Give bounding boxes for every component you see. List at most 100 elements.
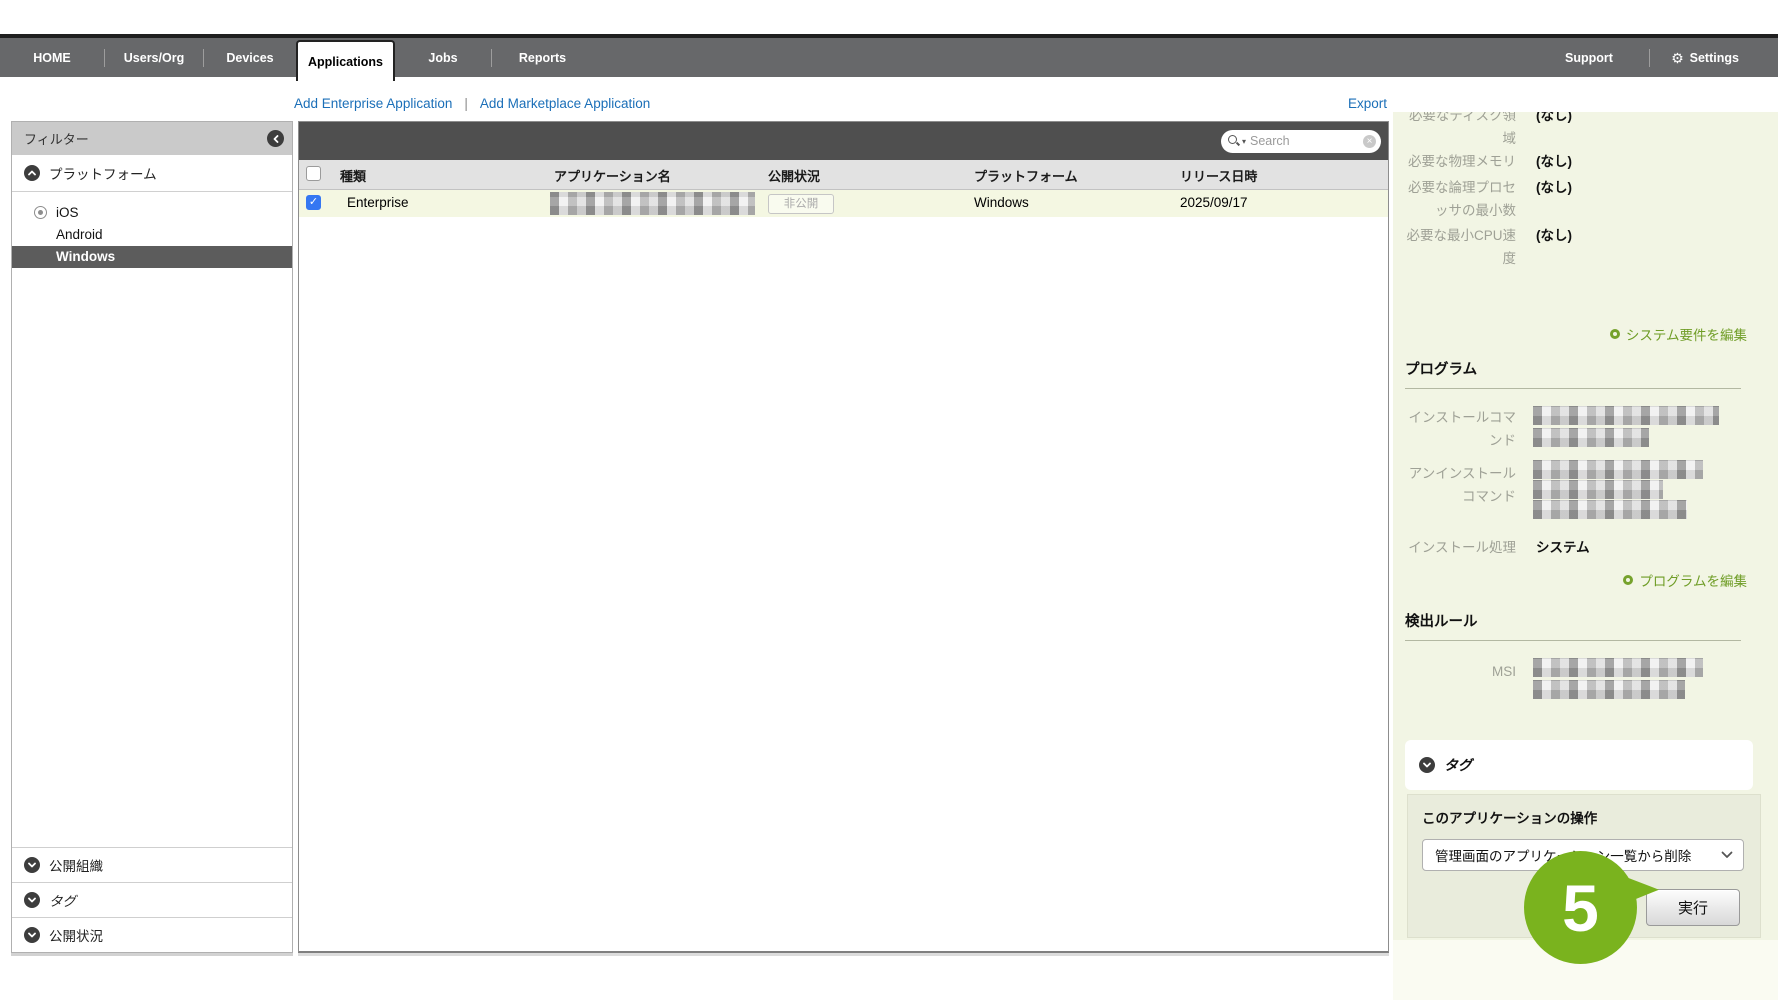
install-command-label: インストールコマンド bbox=[1401, 406, 1516, 452]
green-bullet-icon bbox=[1623, 575, 1633, 585]
search-input[interactable] bbox=[1248, 133, 1361, 149]
filter-section-publish-status[interactable]: 公開状況 bbox=[12, 917, 292, 952]
platform-option-ios[interactable]: iOS bbox=[12, 202, 292, 224]
chevron-down-icon bbox=[24, 927, 40, 943]
filter-section-platform[interactable]: プラットフォーム bbox=[12, 155, 292, 192]
sysreq-memory-label: 必要な物理メモリ bbox=[1401, 150, 1516, 173]
install-process-label: インストール処理 bbox=[1401, 536, 1516, 559]
row-platform-cell: Windows bbox=[974, 195, 1029, 210]
step-badge: 5 bbox=[1524, 851, 1637, 964]
nav-tab-applications-active[interactable]: Applications bbox=[296, 40, 395, 81]
green-bullet-icon bbox=[1610, 329, 1620, 339]
table-header-row: 種類 アプリケーション名 公開状況 プラットフォーム リリース日時 bbox=[299, 160, 1388, 190]
msi-value-redacted bbox=[1533, 658, 1703, 677]
platform-option-android[interactable]: Android bbox=[12, 224, 292, 246]
sysreq-cpu-speed-label: 必要な最小CPU速度 bbox=[1401, 224, 1516, 270]
sysreq-disk-value: (なし) bbox=[1536, 112, 1572, 127]
install-command-redacted bbox=[1533, 406, 1719, 425]
edit-program-link[interactable]: プログラムを編集 bbox=[1393, 570, 1778, 590]
uninstall-command-redacted bbox=[1533, 460, 1703, 479]
row-application-name-redacted bbox=[550, 192, 755, 215]
filter-section-tags[interactable]: タグ bbox=[12, 882, 292, 917]
install-command-redacted bbox=[1533, 428, 1649, 447]
top-navbar: HOME Users/Org Devices Applications Jobs… bbox=[0, 34, 1778, 77]
filter-section-tags-label: タグ bbox=[49, 890, 76, 910]
nav-item-settings[interactable]: ⚙ Settings bbox=[1650, 38, 1760, 77]
nav-spacer bbox=[593, 38, 1529, 77]
sysreq-cpu-speed-value: (なし) bbox=[1536, 224, 1572, 247]
select-all-checkbox[interactable] bbox=[306, 166, 321, 181]
edit-system-requirements-label: システム要件を編集 bbox=[1626, 324, 1747, 344]
operations-title: このアプリケーションの操作 bbox=[1422, 807, 1597, 827]
edit-program-label: プログラムを編集 bbox=[1639, 570, 1747, 590]
search-box: ▾ × bbox=[1221, 130, 1381, 153]
add-enterprise-application-link[interactable]: Add Enterprise Application bbox=[294, 96, 452, 111]
column-header-application-name: アプリケーション名 bbox=[554, 166, 671, 185]
uninstall-command-redacted bbox=[1533, 500, 1687, 519]
column-header-platform: プラットフォーム bbox=[974, 166, 1078, 185]
uninstall-command-label: アンインストールコマンド bbox=[1401, 462, 1516, 508]
filter-section-published-orgs[interactable]: 公開組織 bbox=[12, 847, 292, 882]
column-header-release-date: リリース日時 bbox=[1180, 166, 1257, 185]
sysreq-disk-label: 必要なディスク領域 bbox=[1401, 112, 1516, 150]
tags-section-label: タグ bbox=[1444, 755, 1472, 775]
filter-header: フィルター bbox=[12, 122, 292, 155]
sysreq-processors-label: 必要な論理プロセッサの最小数 bbox=[1401, 176, 1516, 222]
program-section-title: プログラム bbox=[1405, 358, 1477, 379]
chevron-down-icon bbox=[1721, 851, 1733, 859]
table-toolbar: ▾ × bbox=[299, 122, 1388, 160]
table-row[interactable]: ✓ Enterprise 非公開 Windows 2025/09/17 bbox=[299, 190, 1388, 217]
detection-rules-section-title: 検出ルール bbox=[1405, 610, 1478, 631]
chevron-down-icon bbox=[24, 892, 40, 908]
chevron-down-icon bbox=[24, 857, 40, 873]
msi-value-redacted bbox=[1533, 680, 1685, 699]
platform-option-ios-label: iOS bbox=[56, 205, 79, 220]
platform-options: iOS Android Windows bbox=[12, 192, 292, 268]
radio-selected-icon bbox=[34, 206, 47, 219]
sysreq-processors-value: (なし) bbox=[1536, 176, 1572, 199]
nav-item-support[interactable]: Support bbox=[1529, 38, 1649, 77]
execute-button[interactable]: 実行 bbox=[1646, 889, 1740, 926]
chevron-left-icon bbox=[272, 135, 280, 143]
platform-option-windows-label: Windows bbox=[56, 249, 115, 264]
platform-option-windows-selected[interactable]: Windows bbox=[12, 246, 292, 268]
nav-item-users-org[interactable]: Users/Org bbox=[105, 38, 203, 77]
msi-label: MSI bbox=[1401, 660, 1516, 683]
nav-item-reports[interactable]: Reports bbox=[492, 38, 593, 77]
tags-section-toggle[interactable]: タグ bbox=[1405, 740, 1753, 790]
platform-option-android-label: Android bbox=[56, 227, 103, 242]
nav-right-group: Support ⚙ Settings bbox=[1529, 38, 1760, 77]
section-divider bbox=[1405, 640, 1741, 641]
clear-search-icon[interactable]: × bbox=[1363, 135, 1376, 148]
export-link[interactable]: Export bbox=[1348, 96, 1387, 111]
application-actions-bar: Add Enterprise Application | Add Marketp… bbox=[294, 96, 650, 111]
collapsed-filter-sections: 公開組織 タグ 公開状況 bbox=[12, 847, 292, 952]
nav-item-devices[interactable]: Devices bbox=[204, 38, 296, 77]
filter-title: フィルター bbox=[24, 129, 89, 148]
section-divider bbox=[1405, 388, 1741, 389]
search-scope-dropdown-icon[interactable]: ▾ bbox=[1242, 137, 1246, 146]
sysreq-memory-value: (なし) bbox=[1536, 150, 1572, 173]
search-icon[interactable] bbox=[1228, 135, 1240, 147]
edit-system-requirements-link[interactable]: システム要件を編集 bbox=[1393, 324, 1778, 344]
column-header-type: 種類 bbox=[340, 166, 366, 185]
row-checkbox-checked[interactable]: ✓ bbox=[306, 195, 321, 210]
add-marketplace-application-link[interactable]: Add Marketplace Application bbox=[480, 96, 650, 111]
nav-item-home[interactable]: HOME bbox=[0, 38, 104, 77]
row-release-date-cell: 2025/09/17 bbox=[1180, 195, 1248, 210]
filter-section-platform-label: プラットフォーム bbox=[49, 163, 157, 183]
sidebar-collapse-button[interactable] bbox=[267, 130, 284, 147]
nav-item-jobs[interactable]: Jobs bbox=[395, 38, 491, 77]
link-separator: | bbox=[464, 96, 468, 111]
install-process-value: システム bbox=[1536, 536, 1590, 559]
filter-section-published-orgs-label: 公開組織 bbox=[49, 855, 103, 875]
filter-sidebar: フィルター プラットフォーム iOS Android Windows bbox=[11, 121, 293, 953]
chevron-up-icon bbox=[24, 165, 40, 181]
uninstall-command-redacted bbox=[1533, 480, 1663, 499]
publish-status-badge: 非公開 bbox=[768, 194, 834, 214]
gear-icon: ⚙ bbox=[1671, 51, 1684, 65]
chevron-down-icon bbox=[1419, 757, 1435, 773]
application-details-panel: 必要なディスク領域 (なし) 必要な物理メモリ (なし) 必要な論理プロセッサの… bbox=[1393, 112, 1778, 940]
applications-table: ▾ × 種類 アプリケーション名 公開状況 プラットフォーム リリース日時 ✓ … bbox=[298, 121, 1389, 953]
app-window: HOME Users/Org Devices Applications Jobs… bbox=[0, 0, 1778, 1000]
